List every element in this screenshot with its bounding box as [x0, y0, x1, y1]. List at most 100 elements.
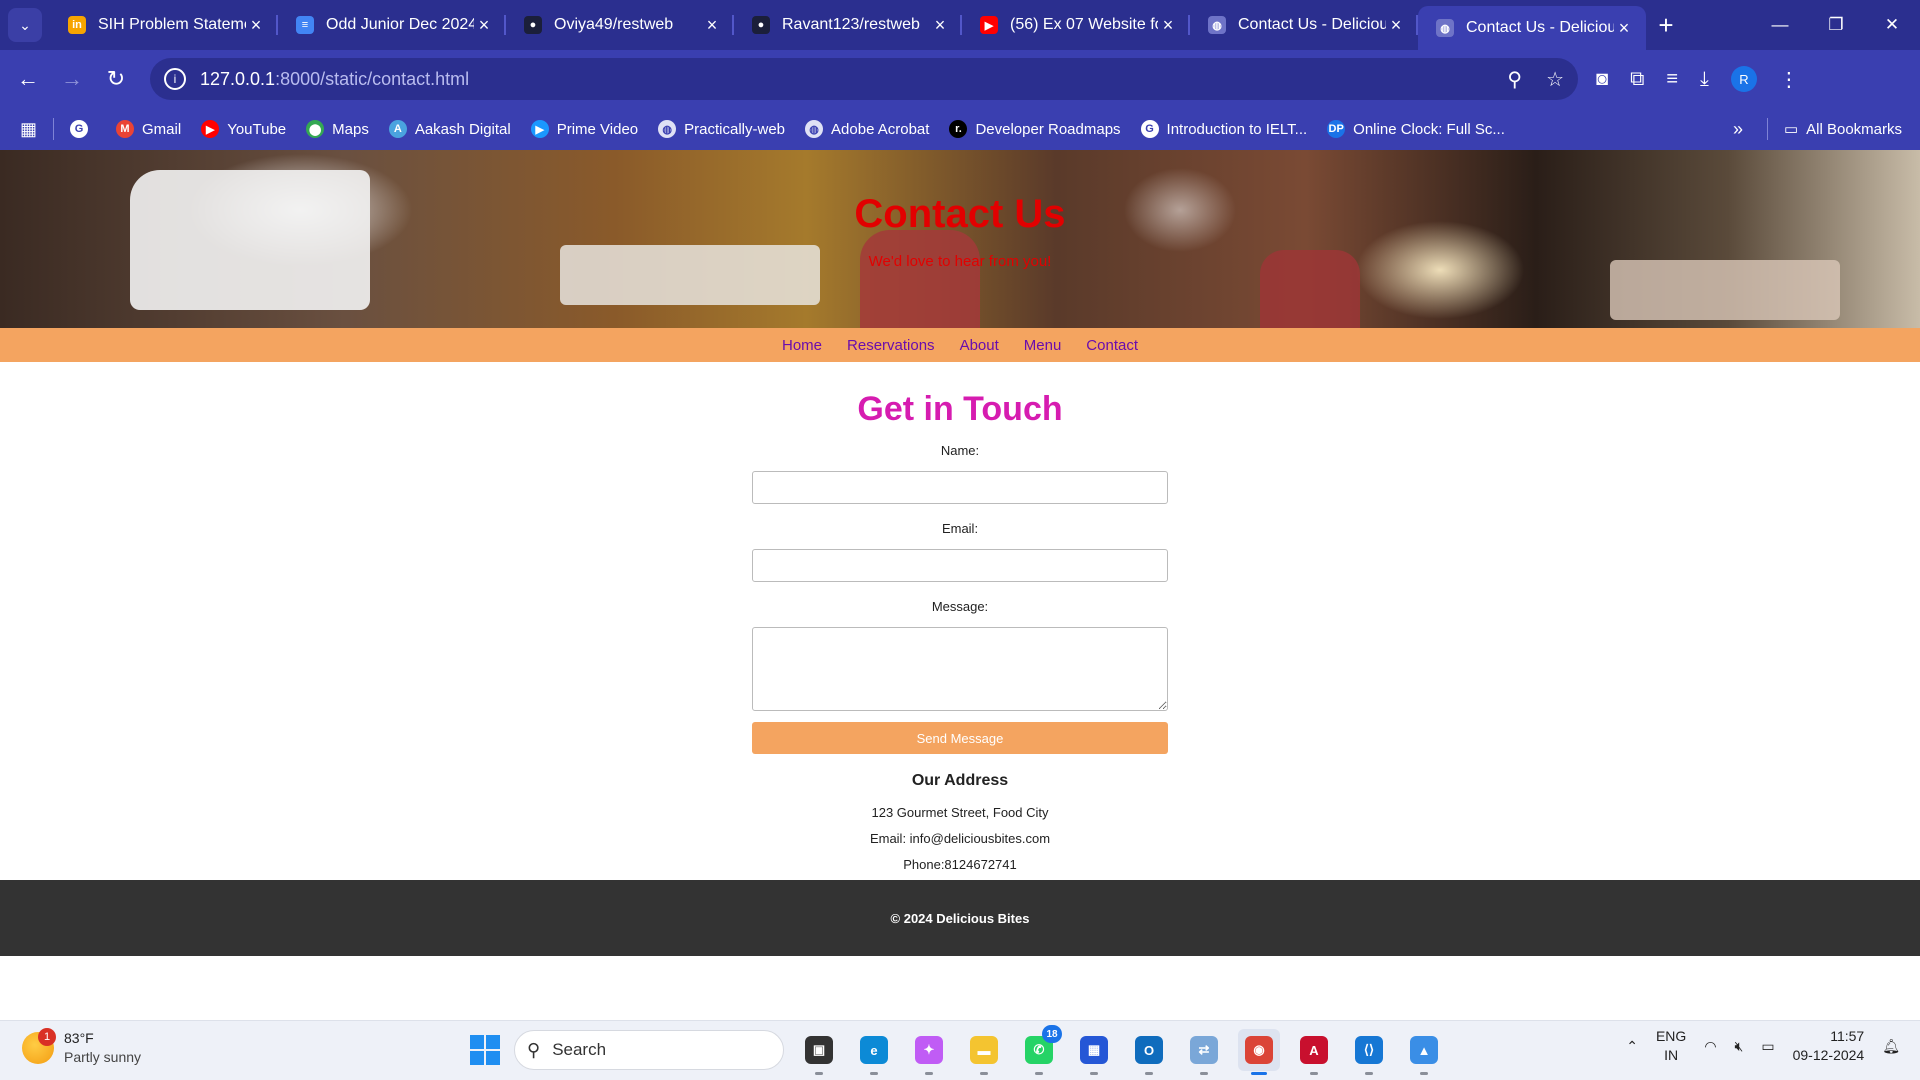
- close-tab-icon[interactable]: ×: [702, 15, 722, 36]
- tab-title: Contact Us - Deliciou: [1238, 16, 1386, 33]
- incognito-extension-icon[interactable]: ◙: [1596, 68, 1608, 91]
- close-tab-icon[interactable]: ×: [1386, 15, 1406, 36]
- clock-time: 11:57: [1830, 1028, 1865, 1044]
- copilot-icon: ✦: [915, 1036, 943, 1064]
- bookmark-item[interactable]: A Aakash Digital: [388, 120, 511, 138]
- menu-kebab-icon[interactable]: ⋮: [1779, 67, 1799, 92]
- dp-icon: DP: [1327, 120, 1346, 138]
- browser-tab[interactable]: in SIH Problem Stateme ×: [50, 0, 278, 50]
- close-tab-icon[interactable]: ×: [1614, 18, 1634, 39]
- close-tab-icon[interactable]: ×: [1158, 15, 1178, 36]
- os-taskbar: 1 83°F Partly sunny ⚲ Search ▣ e ✦ ▬ ✆ 18 ▦ O ⇄ ◉…: [0, 1020, 1920, 1080]
- bookmark-item[interactable]: ▶ YouTube: [201, 120, 286, 138]
- running-indicator: [980, 1072, 988, 1075]
- reload-button[interactable]: ↻: [94, 66, 138, 92]
- bookmark-label: Aakash Digital: [414, 120, 511, 138]
- notification-bell-icon[interactable]: 🔔︎: [1882, 1038, 1900, 1055]
- unstop-icon: in: [68, 16, 86, 34]
- weather-condition: Partly sunny: [64, 1049, 142, 1065]
- back-button[interactable]: ←: [6, 66, 50, 92]
- volume-muted-icon[interactable]: 🔇︎: [1735, 1038, 1744, 1055]
- maps-icon: ⬤: [306, 120, 325, 138]
- bookmark-item[interactable]: r. Developer Roadmaps: [949, 120, 1121, 138]
- nav-link-reservations[interactable]: Reservations: [847, 337, 935, 354]
- taskbar-app[interactable]: ▣: [798, 1029, 840, 1075]
- taskbar-app[interactable]: ▲: [1403, 1029, 1445, 1075]
- nav-link-home[interactable]: Home: [782, 337, 822, 354]
- address-bar[interactable]: i 127.0.0.1:8000/static/contact.html ⚲ ☆: [150, 58, 1578, 100]
- bookmark-item[interactable]: M Gmail: [116, 120, 181, 138]
- name-field[interactable]: [752, 471, 1168, 504]
- send-message-button[interactable]: Send Message: [752, 722, 1168, 754]
- taskbar-app[interactable]: ⟨⟩: [1348, 1029, 1390, 1075]
- minimize-icon[interactable]: —: [1752, 15, 1808, 35]
- windows-start-icon[interactable]: [470, 1035, 500, 1065]
- bookmark-item[interactable]: G Introduction to IELT...: [1140, 120, 1308, 138]
- browser-tab[interactable]: ≡ Odd Junior Dec 2024 ×: [278, 0, 506, 50]
- bookmark-item[interactable]: G: [70, 120, 96, 138]
- address-heading: Our Address: [911, 772, 1009, 789]
- browser-tab[interactable]: ◍ Contact Us - Deliciou ×: [1418, 6, 1646, 50]
- bookmark-item[interactable]: DP Online Clock: Full Sc...: [1327, 120, 1505, 138]
- bookmark-item[interactable]: ⬤ Maps: [306, 120, 369, 138]
- weather-widget[interactable]: 1 83°F Partly sunny: [22, 1028, 142, 1067]
- browser-tab[interactable]: ● Oviya49/restweb ×: [506, 0, 734, 50]
- email-field[interactable]: [752, 549, 1168, 582]
- bookmark-item[interactable]: ▶ Prime Video: [530, 120, 638, 138]
- tab-list: in SIH Problem Stateme × ≡ Odd Junior Dec 20…: [50, 0, 1646, 50]
- address-email: Email: info@deliciousbites.com: [869, 831, 1051, 846]
- taskbar-app[interactable]: ◉: [1238, 1029, 1280, 1075]
- input-language[interactable]: ENG IN: [1656, 1027, 1686, 1065]
- downloads-icon[interactable]: ⤓: [1700, 68, 1709, 91]
- taskbar-app[interactable]: A: [1293, 1029, 1335, 1075]
- taskbar-app[interactable]: ▦: [1073, 1029, 1115, 1075]
- new-tab-button[interactable]: +: [1646, 10, 1686, 41]
- running-indicator: [1251, 1072, 1267, 1075]
- bookmark-list: G M Gmail ▶ YouTube ⬤ Maps A Aakash Digital ▶ Prim…: [70, 120, 1525, 138]
- hero-title: Contact Us: [854, 192, 1066, 236]
- taskbar-search-label: Search: [552, 1040, 607, 1059]
- browser-tab[interactable]: ● Ravant123/restweb ×: [734, 0, 962, 50]
- close-window-icon[interactable]: ✕: [1864, 15, 1920, 35]
- more-bookmarks-icon[interactable]: »: [1733, 119, 1743, 140]
- system-clock[interactable]: 11:57 09-12-2024: [1793, 1027, 1865, 1065]
- chevron-up-icon[interactable]: ⌃: [1626, 1038, 1638, 1055]
- taskbar-app[interactable]: ⇄: [1183, 1029, 1225, 1075]
- apps-grid-icon[interactable]: ▦: [20, 119, 37, 140]
- address-phone: Phone:8124672741: [903, 857, 1017, 872]
- battery-icon[interactable]: ▭: [1761, 1038, 1774, 1055]
- forward-button[interactable]: →: [50, 66, 94, 92]
- youtube-icon: ▶: [980, 16, 998, 34]
- bookmark-label: Introduction to IELT...: [1166, 120, 1308, 138]
- bookmark-label: YouTube: [227, 120, 287, 138]
- bookmark-star-icon[interactable]: ☆: [1546, 67, 1564, 92]
- close-tab-icon[interactable]: ×: [930, 15, 950, 36]
- close-tab-icon[interactable]: ×: [246, 15, 266, 36]
- browser-tab[interactable]: ◍ Contact Us - Deliciou ×: [1190, 0, 1418, 50]
- taskbar-app[interactable]: O: [1128, 1029, 1170, 1075]
- taskbar-app[interactable]: ▬: [963, 1029, 1005, 1075]
- browser-tab[interactable]: ▶ (56) Ex 07 Website fo ×: [962, 0, 1190, 50]
- nav-link-menu[interactable]: Menu: [1024, 337, 1062, 354]
- extensions-icon[interactable]: ⧉: [1630, 68, 1644, 91]
- taskbar-app[interactable]: e: [853, 1029, 895, 1075]
- message-field[interactable]: [752, 627, 1168, 711]
- taskbar-app[interactable]: ✆ 18: [1018, 1025, 1062, 1075]
- nav-link-contact[interactable]: Contact: [1086, 337, 1138, 354]
- zoom-icon[interactable]: ⚲: [1507, 67, 1522, 92]
- wifi-icon[interactable]: ◠: [1704, 1038, 1716, 1055]
- tab-search-button[interactable]: ⌄: [8, 8, 42, 42]
- media-controls-icon[interactable]: ≡: [1666, 68, 1678, 91]
- github-icon: ●: [752, 16, 770, 34]
- bookmark-label: Maps: [332, 120, 369, 138]
- taskbar-app[interactable]: ✦: [908, 1029, 950, 1075]
- all-bookmarks-button[interactable]: All Bookmarks: [1806, 121, 1902, 138]
- profile-avatar[interactable]: R: [1730, 66, 1757, 92]
- restore-icon[interactable]: ❐: [1808, 15, 1864, 35]
- bookmark-item[interactable]: ◍ Adobe Acrobat: [805, 120, 929, 138]
- site-info-icon[interactable]: i: [164, 68, 186, 90]
- taskbar-search-box[interactable]: ⚲ Search: [514, 1030, 784, 1070]
- bookmark-item[interactable]: ◍ Practically-web: [658, 120, 785, 138]
- nav-link-about[interactable]: About: [960, 337, 999, 354]
- close-tab-icon[interactable]: ×: [474, 15, 494, 36]
